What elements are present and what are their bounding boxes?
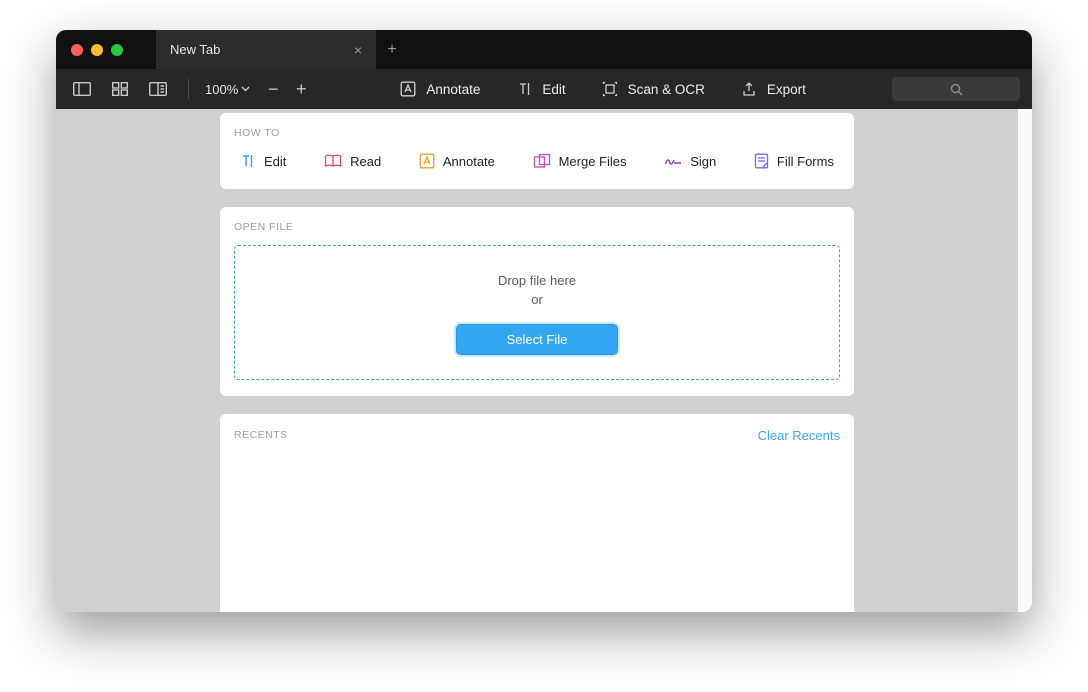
main-content: HOW TO Edit Read Annotate Merge Files bbox=[56, 109, 1018, 612]
scan-ocr-label: Scan & OCR bbox=[628, 82, 705, 97]
howto-heading: HOW TO bbox=[234, 127, 840, 139]
tab-title: New Tab bbox=[170, 42, 220, 57]
toolbar-divider bbox=[188, 79, 189, 99]
howto-items: Edit Read Annotate Merge Files Sign bbox=[234, 151, 840, 173]
howto-sign[interactable]: Sign bbox=[664, 154, 716, 169]
export-icon bbox=[741, 81, 757, 97]
howto-edit-label: Edit bbox=[264, 154, 286, 169]
edit-label: Edit bbox=[542, 82, 565, 97]
toolbar-center: Annotate Edit Scan & OCR Export bbox=[324, 81, 882, 97]
zoom-value: 100% bbox=[205, 82, 238, 97]
select-file-button[interactable]: Select File bbox=[456, 324, 619, 355]
toolbar: 100% − + Annotate Edit Scan & OCR Export bbox=[56, 69, 1032, 109]
annotate-icon bbox=[419, 153, 435, 169]
dropzone-text-1: Drop file here bbox=[245, 272, 829, 291]
recents-panel: RECENTS Clear Recents bbox=[220, 414, 854, 612]
howto-read[interactable]: Read bbox=[324, 154, 381, 169]
search-icon bbox=[950, 83, 963, 96]
app-window: New Tab × + 100% − + Annotate bbox=[56, 30, 1032, 612]
export-label: Export bbox=[767, 82, 806, 97]
titlebar: New Tab × + bbox=[56, 30, 1032, 69]
select-file-label: Select File bbox=[507, 332, 568, 347]
clear-recents-label: Clear Recents bbox=[758, 428, 840, 443]
edit-text-icon bbox=[240, 153, 256, 169]
zoom-in-button[interactable]: + bbox=[288, 79, 314, 100]
howto-fill-label: Fill Forms bbox=[777, 154, 834, 169]
scan-ocr-tool[interactable]: Scan & OCR bbox=[602, 81, 705, 97]
zoom-controls: 100% − + bbox=[205, 79, 314, 100]
close-tab-icon[interactable]: × bbox=[354, 42, 362, 58]
vertical-scrollbar[interactable] bbox=[1018, 109, 1032, 612]
howto-sign-label: Sign bbox=[690, 154, 716, 169]
open-file-panel: OPEN FILE Drop file here or Select File bbox=[220, 207, 854, 396]
split-view-icon[interactable] bbox=[144, 75, 172, 103]
edit-tool[interactable]: Edit bbox=[516, 81, 565, 97]
clear-recents-link[interactable]: Clear Recents bbox=[758, 428, 840, 443]
chevron-down-icon bbox=[241, 86, 250, 92]
howto-read-label: Read bbox=[350, 154, 381, 169]
howto-merge[interactable]: Merge Files bbox=[533, 153, 627, 169]
new-tab-button[interactable]: + bbox=[376, 41, 408, 59]
zoom-dropdown[interactable]: 100% bbox=[205, 82, 250, 97]
annotate-tool[interactable]: Annotate bbox=[400, 81, 480, 97]
form-icon bbox=[754, 153, 769, 169]
signature-icon bbox=[664, 154, 682, 168]
howto-fill-forms[interactable]: Fill Forms bbox=[754, 153, 834, 169]
grid-view-icon[interactable] bbox=[106, 75, 134, 103]
tab-new[interactable]: New Tab × bbox=[156, 30, 376, 69]
howto-panel: HOW TO Edit Read Annotate Merge Files bbox=[220, 113, 854, 189]
howto-merge-label: Merge Files bbox=[559, 154, 627, 169]
export-tool[interactable]: Export bbox=[741, 81, 806, 97]
howto-annotate[interactable]: Annotate bbox=[419, 153, 495, 169]
scan-icon bbox=[602, 81, 618, 97]
maximize-window-button[interactable] bbox=[111, 44, 123, 56]
recents-heading: RECENTS bbox=[234, 429, 288, 441]
annotate-icon bbox=[400, 81, 416, 97]
minimize-window-button[interactable] bbox=[91, 44, 103, 56]
search-input[interactable] bbox=[892, 77, 1020, 101]
howto-edit[interactable]: Edit bbox=[240, 153, 286, 169]
sidebar-toggle-icon[interactable] bbox=[68, 75, 96, 103]
zoom-out-button[interactable]: − bbox=[260, 79, 286, 100]
book-icon bbox=[324, 154, 342, 168]
close-window-button[interactable] bbox=[71, 44, 83, 56]
annotate-label: Annotate bbox=[426, 82, 480, 97]
open-file-heading: OPEN FILE bbox=[234, 221, 840, 233]
howto-annotate-label: Annotate bbox=[443, 154, 495, 169]
file-dropzone[interactable]: Drop file here or Select File bbox=[234, 245, 840, 380]
dropzone-text-2: or bbox=[245, 291, 829, 310]
edit-text-icon bbox=[516, 81, 532, 97]
window-controls bbox=[56, 44, 156, 56]
merge-icon bbox=[533, 153, 551, 169]
